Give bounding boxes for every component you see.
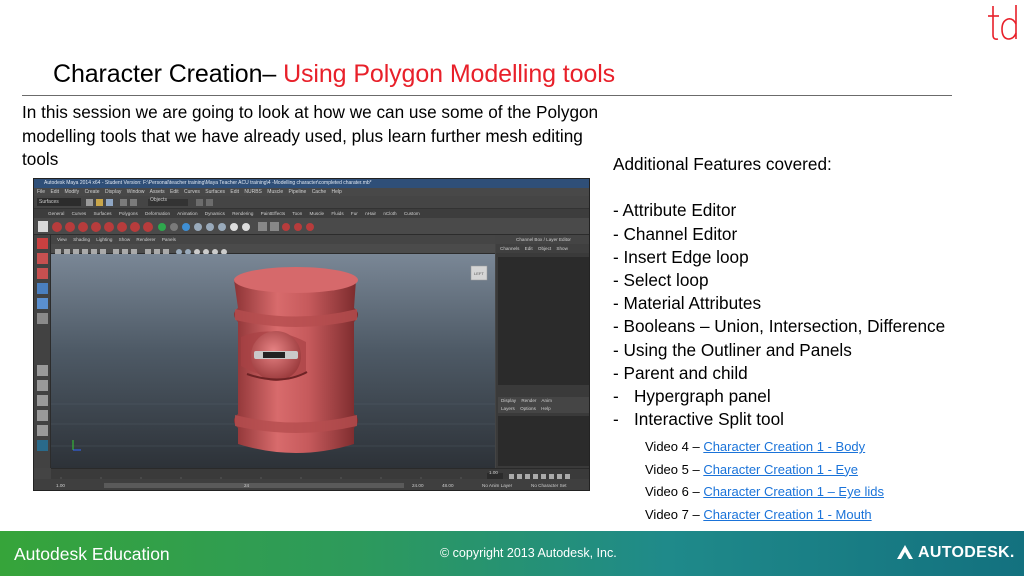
- feature-item: - Insert Edge loop: [613, 246, 749, 267]
- subitem-label: Hypergraph panel: [634, 386, 771, 407]
- footer-brand: Autodesk Education: [14, 544, 170, 564]
- autodesk-a-icon: [897, 545, 913, 559]
- maya-screenshot: Autodesk Maya 2014 x64 - Student Version…: [33, 178, 590, 491]
- video-links: Video 4 – Character Creation 1 - Body Vi…: [645, 436, 884, 526]
- channel-box: Channel Box / Layer Editor Channels Edit…: [496, 235, 589, 468]
- channel-box-title: Channel Box / Layer Editor: [496, 235, 589, 244]
- video-prefix: Video 4 –: [645, 439, 704, 454]
- svg-text:td: td: [986, 4, 987, 5]
- video-item: Video 4 – Character Creation 1 - Body: [645, 436, 884, 459]
- feature-subitem: - Interactive Split tool: [613, 408, 945, 431]
- video-prefix: Video 7 –: [645, 506, 704, 522]
- feature-item: - Using the Outliner and Panels: [613, 339, 852, 360]
- feature-item: - Parent and child: [613, 362, 748, 383]
- video-prefix: Video 6 –: [645, 484, 704, 500]
- feature-item: - Attribute Editor: [613, 200, 737, 221]
- range-end: 24.00: [412, 483, 424, 488]
- range-frame: 24: [244, 483, 250, 488]
- layer-editor-tabs: Display Render Anim Layers Options Help: [498, 397, 589, 413]
- character-set: No Character Set: [531, 483, 567, 488]
- svg-text:LEFT: LEFT: [474, 271, 484, 276]
- maya-status-line: Surfaces Objects: [34, 196, 589, 209]
- viewport-menu: View Shading Lighting Show Renderer Pane…: [51, 235, 495, 244]
- layer-menus: Layers Options Help: [501, 406, 551, 411]
- maya-title-bar: Autodesk Maya 2014 x64 - Student Version…: [34, 179, 589, 188]
- video-link[interactable]: Character Creation 1 - Eye: [703, 462, 858, 477]
- maya-toolbox: [34, 235, 51, 468]
- video-prefix: Video 5 –: [645, 461, 704, 477]
- footer-copyright: © copyright 2013 Autodesk, Inc.: [440, 546, 617, 560]
- objects-label: Objects: [150, 197, 167, 203]
- td-logo: td: [986, 4, 1017, 40]
- feature-subitem: - Hypergraph panel: [613, 385, 945, 408]
- feature-item: - Booleans – Union, Intersection, Differ…: [613, 316, 946, 337]
- time-slider: 1.00: [51, 468, 589, 482]
- autodesk-logo: AUTODESK.: [896, 544, 1015, 562]
- video-link[interactable]: Character Creation 1 – Eye lids: [703, 484, 884, 499]
- subitem-dash: -: [613, 386, 619, 407]
- title-prefix: Character Creation–: [53, 60, 284, 88]
- autodesk-wordmark: AUTODESK.: [918, 544, 1015, 561]
- maya-viewport: LEFT: [51, 254, 495, 468]
- feature-item: - Channel Editor: [613, 223, 738, 244]
- title-highlight: Using Polygon Modelling tools: [283, 60, 616, 88]
- current-frame: 1.00: [489, 470, 498, 475]
- video-link[interactable]: Character Creation 1 - Body: [703, 439, 865, 454]
- maya-menu-bar: File Edit Modify Create Display Window A…: [34, 188, 589, 196]
- range-slider: 1.00 24 24.00 48.00 No Anim Layer No Cha…: [34, 479, 589, 490]
- character-model: LEFT: [51, 265, 495, 453]
- channel-box-pane: [498, 257, 589, 385]
- footer-bar: Autodesk Education © copyright 2013 Auto…: [0, 531, 1024, 576]
- range-max: 48.00: [442, 483, 454, 488]
- video-link[interactable]: Character Creation 1 - Mouth: [703, 507, 871, 522]
- toolbox-icons: [37, 238, 48, 451]
- intro-paragraph: In this session we are going to look at …: [22, 102, 599, 169]
- video-item: Video 7 – Character Creation 1 - Mouth: [645, 504, 884, 527]
- video-item: Video 5 – Character Creation 1 - Eye: [645, 459, 884, 482]
- range-start: 1.00: [56, 483, 65, 488]
- viewport-toolbar: [51, 244, 495, 255]
- layer-tabs: Display Render Anim: [501, 398, 552, 403]
- feature-item: - Select loop: [613, 270, 709, 290]
- layer-editor-pane: [498, 416, 589, 466]
- title-divider: [22, 95, 952, 96]
- video-item: Video 6 – Character Creation 1 – Eye lid…: [645, 481, 884, 504]
- slide-title: Character Creation– Using Polygon Modell…: [53, 60, 615, 89]
- maya-mode-select: Surfaces: [37, 198, 81, 206]
- subitem-label: Interactive Split tool: [634, 409, 784, 430]
- features-list: Additional Features covered: - Attribute…: [613, 153, 945, 431]
- channel-box-menus: Channels Edit Object Show: [496, 244, 589, 253]
- maya-shelf-tabs: General Curves Surfaces Polygons Deforma…: [34, 209, 589, 218]
- maya-shelf: [34, 218, 589, 235]
- subitem-dash: -: [613, 409, 619, 430]
- shelf-icons: [38, 221, 314, 232]
- features-heading: Additional Features covered:: [613, 154, 832, 174]
- feature-item: - Material Attributes: [613, 293, 762, 314]
- anim-layer: No Anim Layer: [482, 483, 513, 488]
